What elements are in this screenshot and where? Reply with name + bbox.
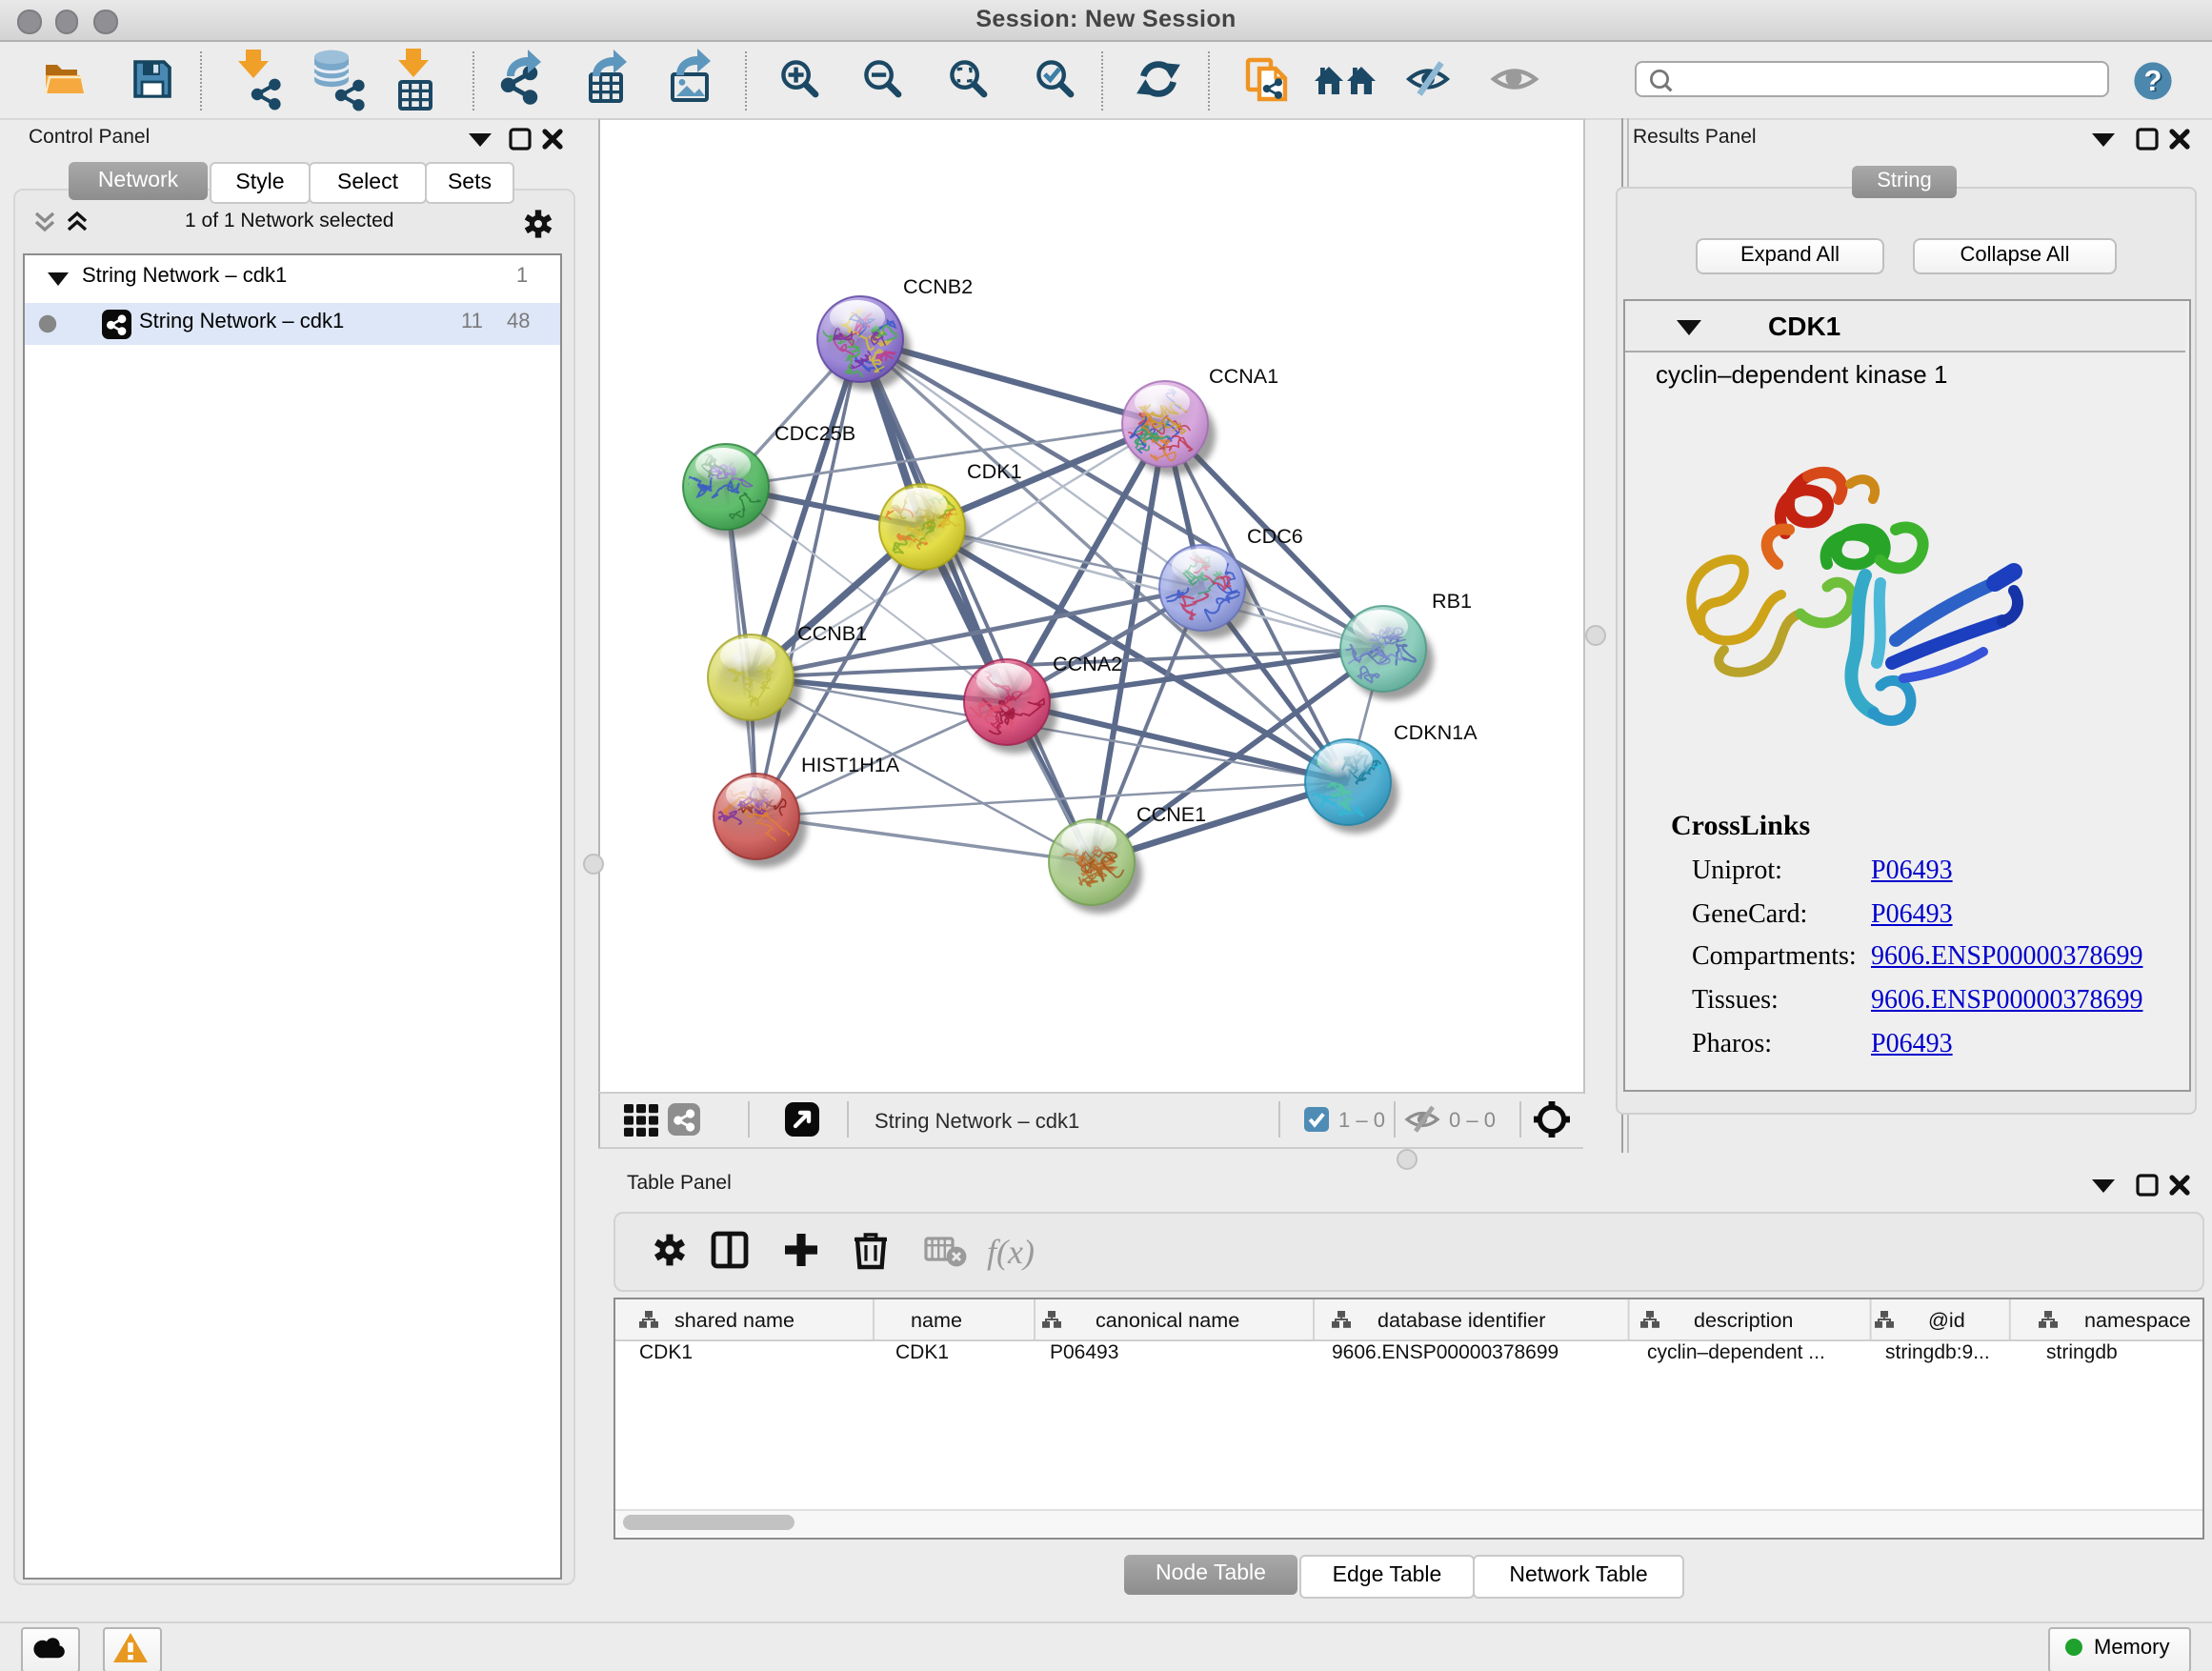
svg-text:namespace: namespace <box>2084 1308 2191 1332</box>
svg-text:0 – 0: 0 – 0 <box>1449 1108 1496 1132</box>
svg-text:1 – 0: 1 – 0 <box>1338 1108 1385 1132</box>
svg-text:database identifier: database identifier <box>1377 1308 1545 1332</box>
svg-text:CCNA1: CCNA1 <box>1209 364 1278 388</box>
svg-text:CDK1: CDK1 <box>967 459 1022 483</box>
svg-text:CCNA2: CCNA2 <box>1053 652 1122 675</box>
svg-text:description: description <box>1694 1308 1793 1332</box>
svg-text:CDC25B: CDC25B <box>774 421 855 445</box>
svg-text:@id: @id <box>1928 1308 1965 1332</box>
svg-text:name: name <box>911 1308 962 1332</box>
svg-text:CDKN1A: CDKN1A <box>1394 720 1478 744</box>
svg-text:canonical name: canonical name <box>1096 1308 1239 1332</box>
svg-text:CCNB2: CCNB2 <box>903 274 973 298</box>
svg-text:shared name: shared name <box>674 1308 794 1332</box>
svg-text:CDC6: CDC6 <box>1247 524 1303 548</box>
svg-text:f(x): f(x) <box>987 1233 1035 1271</box>
svg-text:RB1: RB1 <box>1432 589 1472 613</box>
svg-text:?: ? <box>2144 64 2162 97</box>
svg-text:String Network – cdk1: String Network – cdk1 <box>875 1109 1079 1133</box>
svg-text:CCNE1: CCNE1 <box>1136 802 1206 826</box>
svg-text:CCNB1: CCNB1 <box>797 621 867 645</box>
svg-text:HIST1H1A: HIST1H1A <box>801 753 900 776</box>
